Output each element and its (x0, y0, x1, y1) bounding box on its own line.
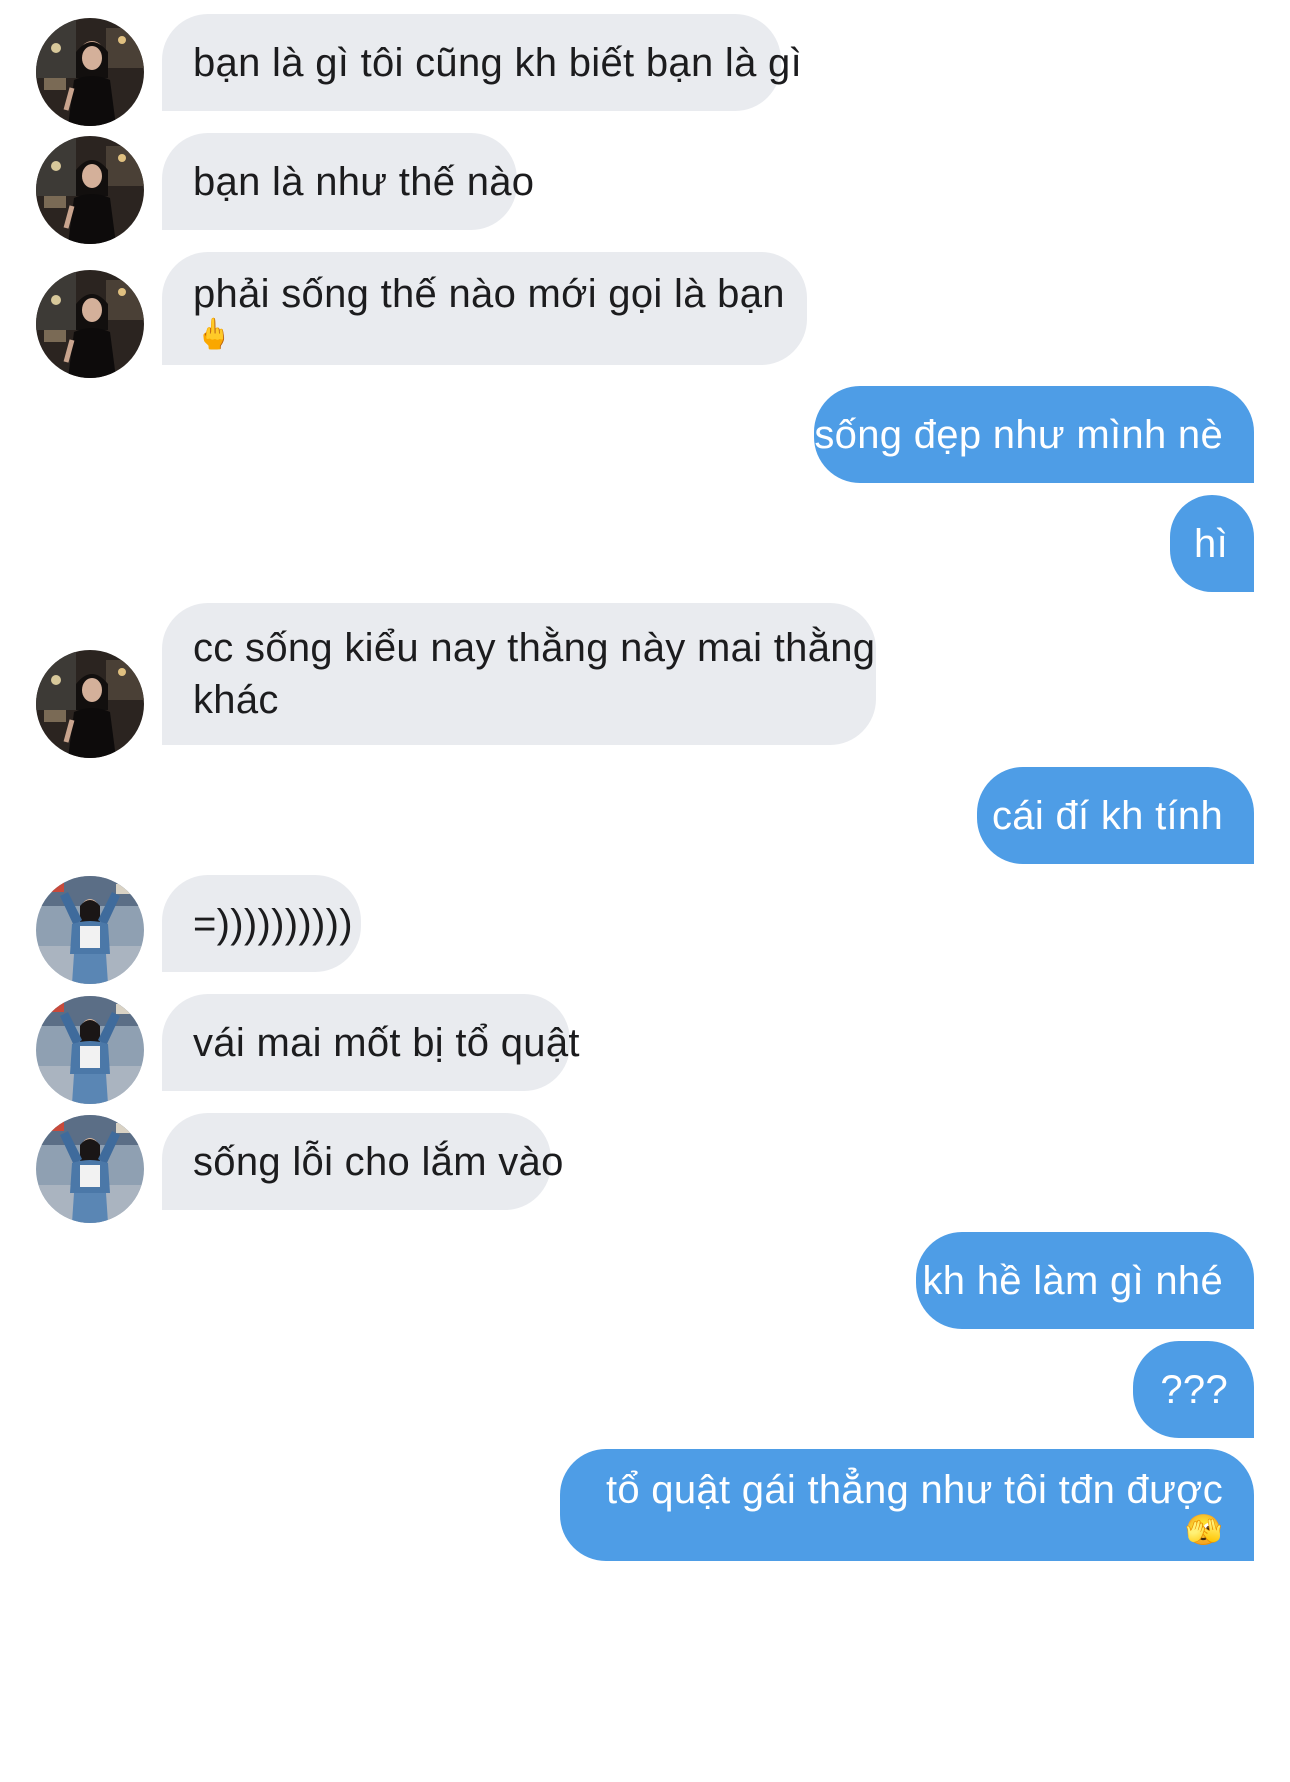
message-text: cái đí kh tính (992, 793, 1223, 838)
message-text: cc sống kiểu nay thằng này mai thằng (193, 626, 876, 670)
peeking-face-emoji: 🫣 (1185, 1514, 1223, 1547)
message-text: bạn là như thế nào (193, 159, 535, 204)
middle-finger-emoji: 🖕 (195, 317, 233, 351)
message-line: phải sống thế nào mới gọi là bạn 🖕 (193, 268, 784, 351)
avatar-night-photo (36, 270, 144, 378)
incoming-message-bubble[interactable]: bạn là như thế nào (162, 133, 535, 230)
message-text: ??? (1160, 1367, 1228, 1412)
avatar-night-photo (36, 136, 144, 244)
message-text: bạn là gì tôi cũng kh biết bạn là gì (193, 40, 803, 85)
outgoing-message-bubble[interactable]: kh hề làm gì nhé (916, 1232, 1254, 1329)
contact-avatar[interactable] (36, 18, 144, 126)
message-text: =)))))))))) (193, 901, 353, 946)
avatar-denim-photo (36, 1115, 144, 1223)
outgoing-message-bubble[interactable]: sống đẹp như mình nè (814, 386, 1254, 483)
message-text: hì (1194, 521, 1228, 566)
message-line: tổ quật gái thẳng như tôi tđn được 🫣 (606, 1464, 1223, 1546)
incoming-message-bubble[interactable]: bạn là gì tôi cũng kh biết bạn là gì (162, 14, 803, 111)
incoming-message-bubble[interactable]: phải sống thế nào mới gọi là bạn 🖕 (162, 252, 807, 365)
avatar-night-photo (36, 650, 144, 758)
contact-avatar[interactable] (36, 996, 144, 1104)
incoming-message-bubble[interactable]: cc sống kiểu nay thằng này mai thằng khá… (162, 603, 876, 745)
message-text: vái mai mốt bị tổ quật (193, 1020, 580, 1065)
avatar-denim-photo (36, 996, 144, 1104)
contact-avatar[interactable] (36, 1115, 144, 1223)
contact-avatar[interactable] (36, 876, 144, 984)
outgoing-message-bubble[interactable]: cái đí kh tính (977, 767, 1254, 864)
message-text-line-2: khác (193, 678, 279, 722)
outgoing-message-bubble[interactable]: tổ quật gái thẳng như tôi tđn được 🫣 (560, 1449, 1254, 1561)
incoming-message-bubble[interactable]: sống lỗi cho lắm vào (162, 1113, 564, 1210)
incoming-message-bubble[interactable]: vái mai mốt bị tổ quật (162, 994, 580, 1091)
avatar-denim-photo (36, 876, 144, 984)
message-text: tổ quật gái thẳng như tôi tđn được (605, 1468, 1223, 1512)
incoming-message-bubble[interactable]: =)))))))))) (162, 875, 361, 972)
outgoing-message-bubble[interactable]: hì (1170, 495, 1254, 592)
message-text: sống đẹp như mình nè (814, 412, 1223, 457)
outgoing-message-bubble[interactable]: ??? (1133, 1341, 1254, 1438)
contact-avatar[interactable] (36, 270, 144, 378)
message-text: kh hề làm gì nhé (922, 1258, 1223, 1303)
contact-avatar[interactable] (36, 136, 144, 244)
avatar-night-photo (36, 18, 144, 126)
message-text: phải sống thế nào mới gọi là bạn (193, 271, 785, 316)
message-text: sống lỗi cho lắm vào (193, 1139, 564, 1184)
contact-avatar[interactable] (36, 650, 144, 758)
